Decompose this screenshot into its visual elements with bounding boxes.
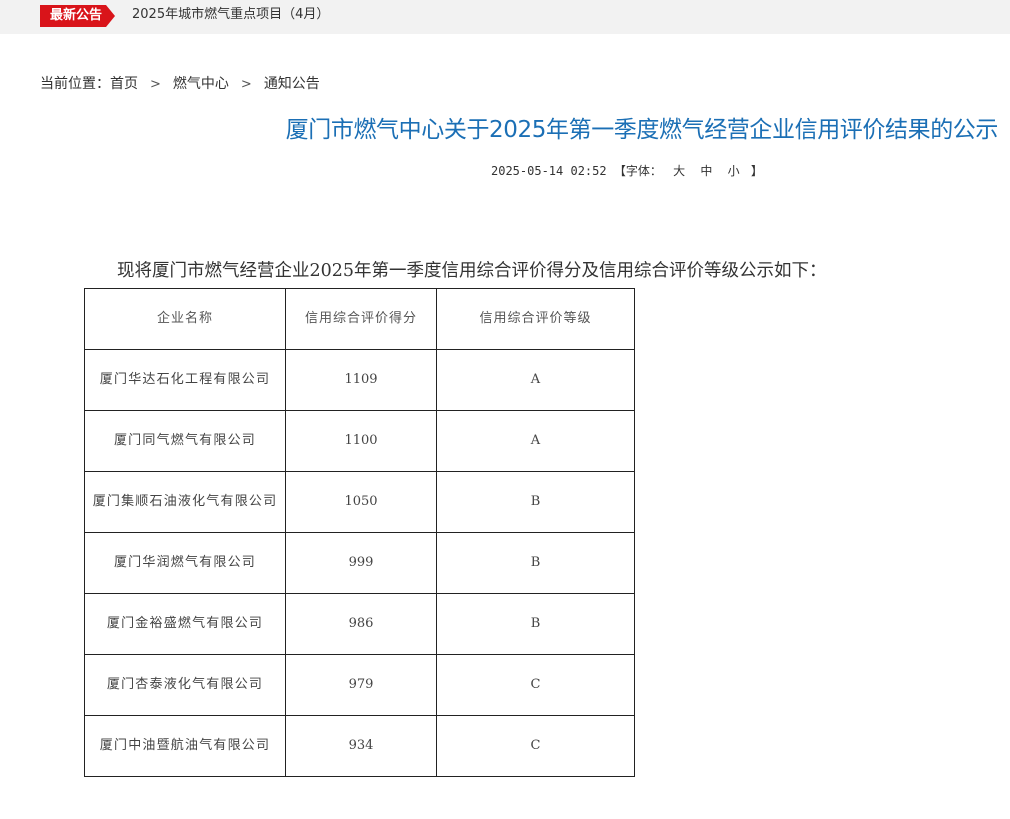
header-score: 信用综合评价得分 [285, 288, 437, 350]
company-name: 厦门集顺石油液化气有限公司 [84, 471, 286, 533]
table-row: 厦门集顺石油液化气有限公司 1050 B [84, 471, 635, 533]
company-name: 厦门华润燃气有限公司 [84, 532, 286, 594]
article-intro: 现将厦门市燃气经营企业2025年第一季度信用综合评价得分及信用综合评价等级公示如… [117, 261, 827, 281]
breadcrumb: 当前位置：首页 > 燃气中心 > 通知公告 [40, 74, 320, 95]
credit-score-table: 企业名称 信用综合评价得分 信用综合评价等级 厦门华达石化工程有限公司 1109… [84, 288, 635, 777]
font-size-small[interactable]: 小 [728, 164, 740, 178]
credit-grade: C [436, 654, 635, 716]
credit-score: 934 [285, 715, 437, 777]
credit-score: 1109 [285, 349, 437, 411]
credit-grade: B [436, 593, 635, 655]
font-size-label-close: 】 [750, 164, 763, 178]
chevron-right-icon: > [150, 77, 161, 92]
font-size-medium[interactable]: 中 [700, 164, 712, 178]
header-grade: 信用综合评价等级 [436, 288, 635, 350]
table-row: 厦门华达石化工程有限公司 1109 A [84, 349, 635, 411]
table-row: 厦门中油暨航油气有限公司 934 C [84, 715, 635, 777]
credit-score: 1050 [285, 471, 437, 533]
table-header-row: 企业名称 信用综合评价得分 信用综合评价等级 [84, 288, 635, 350]
breadcrumb-home[interactable]: 首页 [110, 76, 138, 92]
latest-notice-link[interactable]: 2025年城市燃气重点项目（4月） [132, 6, 329, 24]
table-row: 厦门同气燃气有限公司 1100 A [84, 410, 635, 472]
font-size-label: 【字体： [613, 164, 662, 178]
credit-score: 1100 [285, 410, 437, 472]
article-meta: 2025-05-14 02:52 【字体： 大 中 小 】 [491, 162, 763, 180]
company-name: 厦门金裕盛燃气有限公司 [84, 593, 286, 655]
font-size-large[interactable]: 大 [673, 164, 685, 178]
latest-notice-badge: 最新公告 [40, 5, 115, 27]
breadcrumb-label: 当前位置： [40, 76, 110, 92]
table-row: 厦门金裕盛燃气有限公司 986 B [84, 593, 635, 655]
publish-datetime: 2025-05-14 02:52 [491, 164, 607, 178]
credit-grade: A [436, 349, 635, 411]
table-row: 厦门杏泰液化气有限公司 979 C [84, 654, 635, 716]
breadcrumb-notices[interactable]: 通知公告 [264, 76, 320, 92]
company-name: 厦门华达石化工程有限公司 [84, 349, 286, 411]
header-company: 企业名称 [84, 288, 286, 350]
breadcrumb-gas-center[interactable]: 燃气中心 [173, 76, 229, 92]
company-name: 厦门中油暨航油气有限公司 [84, 715, 286, 777]
credit-grade: C [436, 715, 635, 777]
announcement-bar: 最新公告 2025年城市燃气重点项目（4月） [0, 0, 1010, 34]
credit-score: 986 [285, 593, 437, 655]
chevron-right-icon: > [240, 77, 252, 92]
credit-score: 979 [285, 654, 437, 716]
credit-grade: A [436, 410, 635, 472]
table-row: 厦门华润燃气有限公司 999 B [84, 532, 635, 594]
credit-grade: B [436, 471, 635, 533]
company-name: 厦门杏泰液化气有限公司 [84, 654, 286, 716]
credit-grade: B [436, 532, 635, 594]
article-title: 厦门市燃气中心关于2025年第一季度燃气经营企业信用评价结果的公示 [285, 117, 999, 143]
company-name: 厦门同气燃气有限公司 [84, 410, 286, 472]
credit-score: 999 [285, 532, 437, 594]
